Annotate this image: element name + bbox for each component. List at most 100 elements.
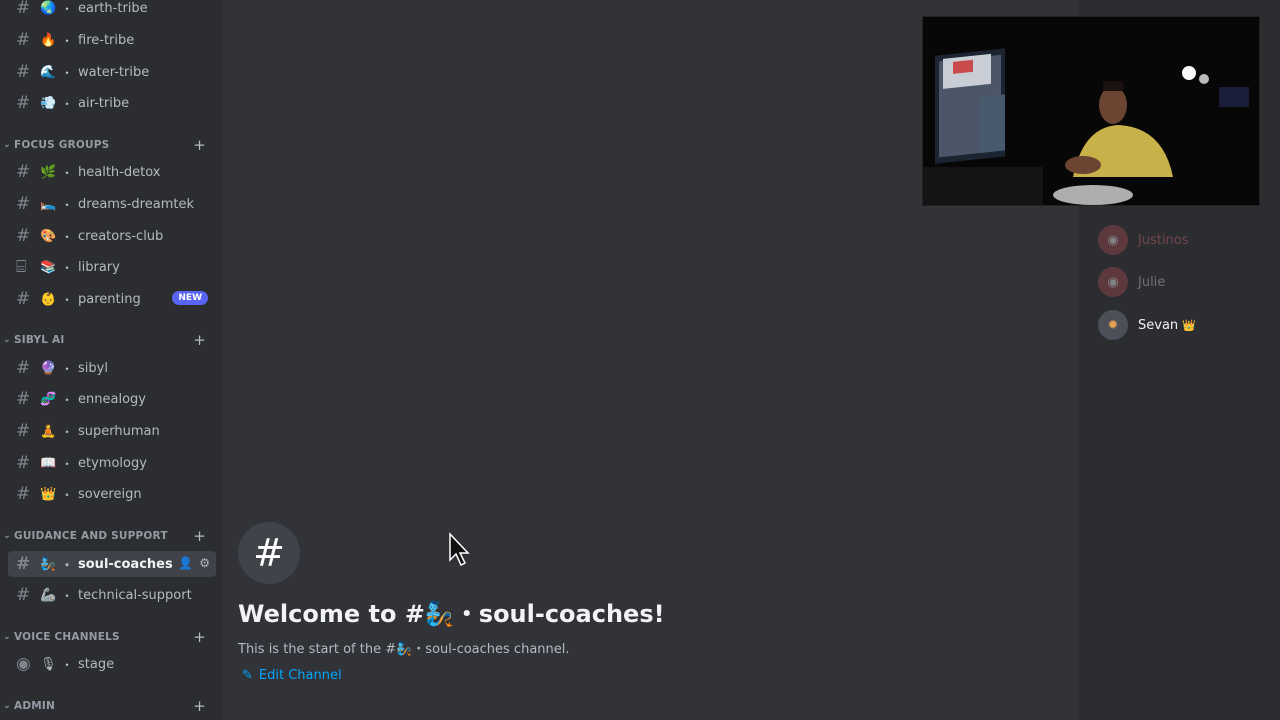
edit-channel-link[interactable]: ✎ Edit Channel bbox=[242, 668, 342, 683]
discord-avatar-icon: ◉ bbox=[1098, 267, 1128, 297]
discord-app: # 🌏 ・ earth-tribe # 🔥 ・ fire-tribe # 🌊 ・… bbox=[0, 0, 1280, 720]
category-label: VOICE CHANNELS bbox=[14, 631, 120, 643]
channel-label: dreams-dreamtek bbox=[78, 196, 194, 212]
member-name: Sevan bbox=[1138, 317, 1179, 333]
mouse-cursor-icon bbox=[449, 532, 470, 567]
chevron-down-icon: ⌄ bbox=[3, 531, 11, 541]
channel-emoji: 📚 bbox=[40, 259, 57, 275]
add-channel-icon[interactable]: + bbox=[193, 136, 206, 154]
webcam-overlay bbox=[922, 16, 1260, 206]
webcam-video-image bbox=[923, 17, 1259, 205]
channel-library[interactable]: ⌸ 📚 ・ library bbox=[8, 254, 216, 280]
category-admin[interactable]: ⌄ ADMIN + bbox=[0, 697, 222, 715]
hash-icon: # bbox=[16, 92, 31, 113]
category-voice-channels[interactable]: ⌄ VOICE CHANNELS + bbox=[0, 628, 222, 646]
channel-emoji: 🔮 bbox=[40, 360, 57, 376]
hash-icon: # bbox=[16, 161, 31, 182]
channel-label: stage bbox=[78, 656, 115, 672]
channel-emoji: 👶 bbox=[40, 291, 57, 307]
channel-sibyl[interactable]: # 🔮 ・ sibyl bbox=[8, 355, 216, 381]
gear-icon[interactable]: ⚙ bbox=[199, 556, 210, 570]
channel-parenting[interactable]: # 👶 ・ parenting NEW bbox=[8, 286, 216, 312]
chevron-down-icon: ⌄ bbox=[3, 140, 11, 150]
channel-label: technical-support bbox=[78, 587, 192, 603]
channel-fire-tribe[interactable]: # 🔥 ・ fire-tribe bbox=[8, 27, 216, 53]
channel-emoji: 🛌 bbox=[40, 196, 57, 212]
hash-icon: # bbox=[16, 452, 31, 473]
channel-label: superhuman bbox=[78, 423, 160, 439]
channel-technical-support[interactable]: # 🦾 ・ technical-support bbox=[8, 582, 216, 608]
add-channel-icon[interactable]: + bbox=[193, 331, 206, 349]
chevron-down-icon: ⌄ bbox=[3, 701, 11, 711]
channel-stage[interactable]: ◉ 🎙 ・ stage bbox=[8, 651, 216, 677]
channel-label: sovereign bbox=[78, 486, 142, 502]
hash-icon: # bbox=[16, 584, 31, 605]
new-badge: NEW bbox=[172, 291, 208, 305]
crown-icon: 👑 bbox=[1182, 318, 1196, 332]
hash-icon: # bbox=[16, 225, 31, 246]
channel-emoji: 📖 bbox=[40, 455, 57, 471]
chevron-down-icon: ⌄ bbox=[3, 335, 11, 345]
welcome-title: Welcome to #🧞・soul-coaches! bbox=[238, 600, 665, 628]
channel-ennealogy[interactable]: # 🧬 ・ ennealogy bbox=[8, 386, 216, 412]
hash-icon: # bbox=[16, 553, 31, 574]
member-name: Justinos bbox=[1138, 232, 1189, 248]
category-label: SIBYL AI bbox=[14, 334, 65, 346]
channel-label: etymology bbox=[78, 455, 147, 471]
channel-label: sibyl bbox=[78, 360, 108, 376]
channel-emoji: 🧞 bbox=[40, 556, 57, 572]
add-channel-icon[interactable]: + bbox=[193, 697, 206, 715]
category-label: FOCUS GROUPS bbox=[14, 139, 110, 151]
channel-etymology[interactable]: # 📖 ・ etymology bbox=[8, 450, 216, 476]
channel-emoji: 🎨 bbox=[40, 228, 57, 244]
chevron-down-icon: ⌄ bbox=[3, 632, 11, 642]
channel-label: ennealogy bbox=[78, 391, 146, 407]
channel-superhuman[interactable]: # 🧘 ・ superhuman bbox=[8, 418, 216, 444]
channel-sidebar: # 🌏 ・ earth-tribe # 🔥 ・ fire-tribe # 🌊 ・… bbox=[0, 0, 222, 720]
channel-dreams-dreamtek[interactable]: # 🛌 ・ dreams-dreamtek bbox=[8, 191, 216, 217]
channel-label: earth-tribe bbox=[78, 0, 148, 16]
category-sibyl-ai[interactable]: ⌄ SIBYL AI + bbox=[0, 331, 222, 349]
discord-avatar-icon: ◉ bbox=[1098, 225, 1128, 255]
member-item[interactable]: ◉ Julie bbox=[1098, 267, 1165, 297]
hash-icon: # bbox=[16, 483, 31, 504]
pencil-icon: ✎ bbox=[242, 668, 253, 683]
channel-earth-tribe[interactable]: # 🌏 ・ earth-tribe bbox=[8, 0, 216, 21]
channel-emoji: 🔥 bbox=[40, 32, 57, 48]
channel-label: soul-coaches bbox=[78, 556, 173, 572]
welcome-subtitle: This is the start of the #🧞・soul-coaches… bbox=[238, 642, 570, 657]
channel-label: air-tribe bbox=[78, 95, 130, 111]
channel-creators-club[interactable]: # 🎨 ・ creators-club bbox=[8, 223, 216, 249]
channel-label: fire-tribe bbox=[78, 32, 135, 48]
channel-emoji: 🌿 bbox=[40, 164, 57, 180]
channel-health-detox[interactable]: # 🌿 ・ health-detox bbox=[8, 159, 216, 185]
channel-label: water-tribe bbox=[78, 64, 150, 80]
invite-icon[interactable]: 👤 bbox=[178, 556, 193, 570]
channel-water-tribe[interactable]: # 🌊 ・ water-tribe bbox=[8, 59, 216, 85]
hash-icon: # bbox=[16, 288, 31, 309]
category-label: ADMIN bbox=[14, 700, 55, 712]
channel-emoji: 🌏 bbox=[40, 0, 57, 16]
add-channel-icon[interactable]: + bbox=[193, 527, 206, 545]
hash-icon: # bbox=[16, 193, 31, 214]
channel-hash-icon: # bbox=[238, 522, 300, 584]
channel-label: parenting bbox=[78, 291, 141, 307]
member-item[interactable]: ◉ Justinos bbox=[1098, 225, 1189, 255]
hash-icon: # bbox=[16, 388, 31, 409]
hash-icon: # bbox=[16, 357, 31, 378]
channel-soul-coaches[interactable]: # 🧞 ・ soul-coaches 👤 ⚙ bbox=[8, 551, 216, 577]
hash-icon: # bbox=[16, 61, 31, 82]
add-channel-icon[interactable]: + bbox=[193, 628, 206, 646]
hash-icon: # bbox=[16, 420, 31, 441]
channel-air-tribe[interactable]: # 💨 ・ air-tribe bbox=[8, 90, 216, 116]
category-focus-groups[interactable]: ⌄ FOCUS GROUPS + bbox=[0, 136, 222, 154]
member-item[interactable]: ✹ Sevan 👑 bbox=[1098, 310, 1196, 340]
forum-icon: ⌸ bbox=[16, 256, 27, 277]
channel-emoji: 🧬 bbox=[40, 391, 57, 407]
edit-channel-label: Edit Channel bbox=[258, 668, 342, 683]
hash-icon: # bbox=[16, 0, 31, 18]
category-guidance-and-support[interactable]: ⌄ GUIDANCE AND SUPPORT + bbox=[0, 527, 222, 545]
channel-label: health-detox bbox=[78, 164, 161, 180]
channel-sovereign[interactable]: # 👑 ・ sovereign bbox=[8, 481, 216, 507]
stage-icon: ◉ bbox=[16, 653, 31, 674]
